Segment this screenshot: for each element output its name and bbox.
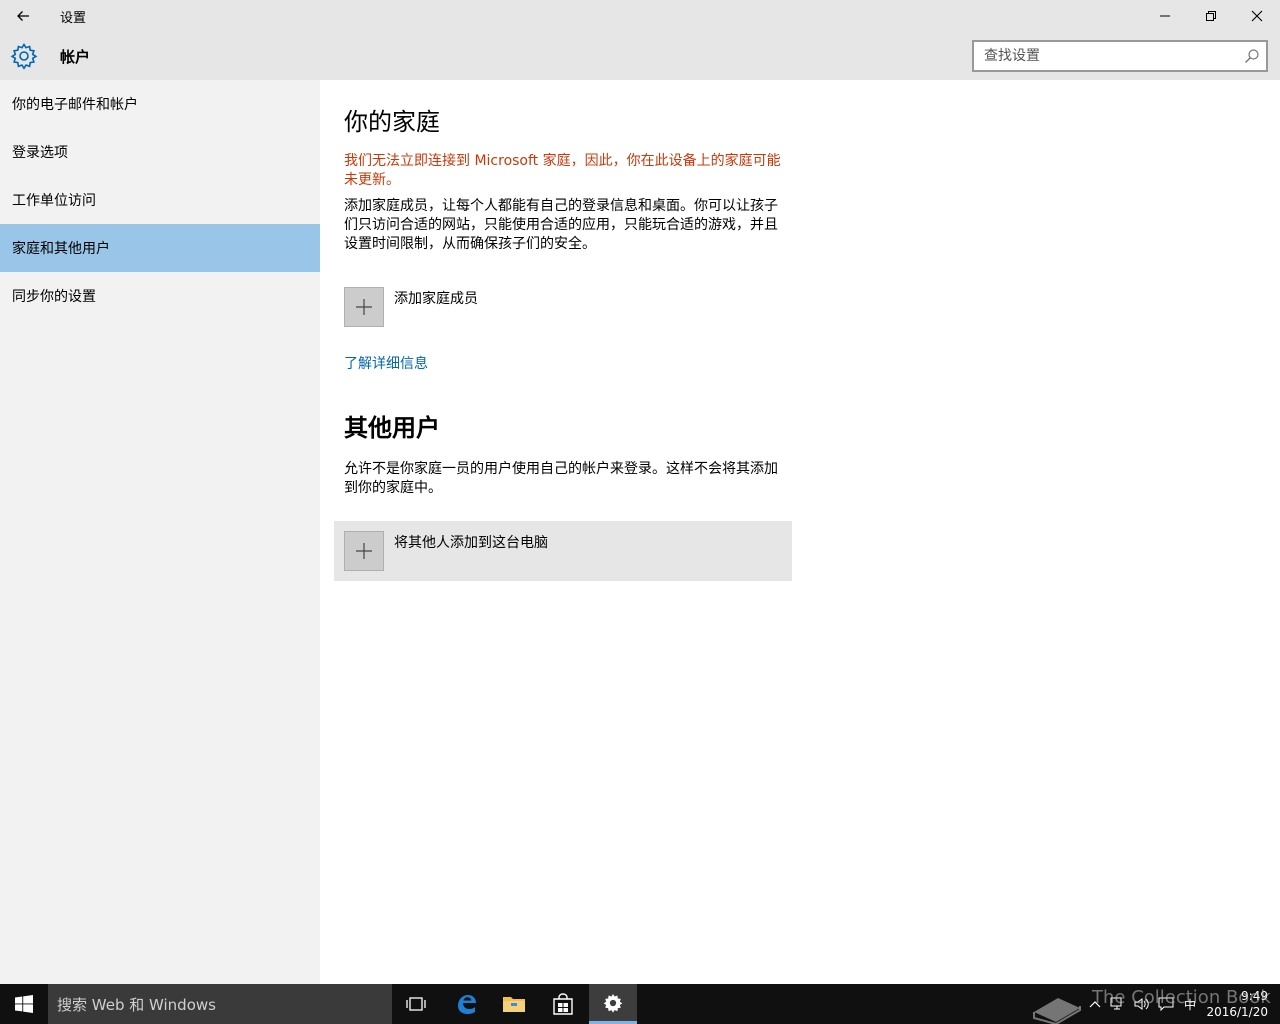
file-explorer-button[interactable] bbox=[490, 984, 538, 1024]
sidebar-item-work-access[interactable]: 工作单位访问 bbox=[0, 176, 320, 224]
edge-icon bbox=[458, 995, 476, 1014]
sidebar-item-label: 工作单位访问 bbox=[12, 193, 96, 209]
store-icon bbox=[553, 993, 573, 1015]
other-users-description: 允许不是你家庭一员的用户使用自己的帐户来登录。这样不会将其添加到你的家庭中。 bbox=[344, 461, 778, 496]
family-warning-text: 我们无法立即连接到 Microsoft 家庭，因此，你在此设备上的家庭可能未更新… bbox=[344, 153, 781, 188]
sidebar-item-family-other-users[interactable]: 家庭和其他用户 bbox=[0, 224, 320, 272]
back-button[interactable] bbox=[0, 0, 46, 32]
family-heading: 你的家庭 bbox=[344, 108, 440, 136]
taskbar-search-box[interactable]: 搜索 Web 和 Windows bbox=[48, 984, 392, 1024]
gear-icon bbox=[603, 993, 623, 1013]
sidebar-item-email-accounts[interactable]: 你的电子邮件和帐户 bbox=[0, 80, 320, 128]
watermark-text: The Collection Book bbox=[1092, 987, 1271, 1008]
main-content: 你的家庭 我们无法立即连接到 Microsoft 家庭，因此，你在此设备上的家庭… bbox=[320, 80, 1280, 984]
other-users-heading: 其他用户 bbox=[344, 414, 440, 442]
watermark: The Collection Book bbox=[1030, 984, 1280, 1024]
page-title: 帐户 bbox=[60, 48, 91, 66]
sidebar-item-label: 登录选项 bbox=[12, 145, 68, 161]
window-header: 设置 帐户 bbox=[0, 0, 1280, 80]
sidebar-item-label: 你的电子邮件和帐户 bbox=[12, 97, 138, 113]
task-view-button[interactable] bbox=[392, 984, 440, 1024]
restore-icon bbox=[1206, 11, 1216, 21]
close-icon bbox=[1251, 10, 1263, 22]
settings-taskbar-button[interactable] bbox=[589, 984, 637, 1024]
sidebar-item-label: 同步你的设置 bbox=[12, 289, 96, 305]
window-title: 设置 bbox=[60, 11, 87, 26]
folder-icon bbox=[503, 997, 525, 1012]
sidebar-item-label: 家庭和其他用户 bbox=[12, 241, 110, 257]
plus-icon bbox=[356, 543, 372, 559]
learn-more-link[interactable]: 了解详细信息 bbox=[344, 353, 428, 373]
book-icon bbox=[1033, 998, 1081, 1024]
add-family-member-button[interactable] bbox=[344, 287, 384, 327]
add-family-member-label[interactable]: 添加家庭成员 bbox=[394, 288, 478, 308]
gear-icon bbox=[10, 42, 38, 70]
windows-logo-icon bbox=[15, 995, 33, 1013]
sidebar-item-sign-in-options[interactable]: 登录选项 bbox=[0, 128, 320, 176]
family-description: 添加家庭成员，让每个人都能有自己的登录信息和桌面。你可以让孩子们只访问合适的网站… bbox=[344, 198, 778, 252]
minimize-icon bbox=[1160, 15, 1170, 17]
task-view-icon bbox=[406, 997, 426, 1011]
minimize-button[interactable] bbox=[1142, 0, 1188, 32]
plus-icon bbox=[356, 299, 372, 315]
add-other-user-row[interactable]: 将其他人添加到这台电脑 bbox=[334, 521, 792, 581]
search-box[interactable] bbox=[972, 40, 1268, 72]
taskbar-search-placeholder: 搜索 Web 和 Windows bbox=[57, 995, 216, 1014]
add-other-user-button[interactable] bbox=[344, 531, 384, 571]
add-other-user-label[interactable]: 将其他人添加到这台电脑 bbox=[394, 532, 548, 552]
search-icon[interactable] bbox=[1244, 48, 1260, 64]
sidebar: 你的电子邮件和帐户 登录选项 工作单位访问 家庭和其他用户 同步你的设置 bbox=[0, 80, 320, 984]
sidebar-item-sync-settings[interactable]: 同步你的设置 bbox=[0, 272, 320, 320]
start-button[interactable] bbox=[0, 984, 48, 1024]
close-button[interactable] bbox=[1234, 0, 1280, 32]
edge-button[interactable] bbox=[442, 984, 490, 1024]
search-input[interactable] bbox=[984, 46, 1234, 66]
store-button[interactable] bbox=[539, 984, 587, 1024]
back-arrow-icon bbox=[17, 11, 29, 21]
restore-button[interactable] bbox=[1188, 0, 1234, 32]
